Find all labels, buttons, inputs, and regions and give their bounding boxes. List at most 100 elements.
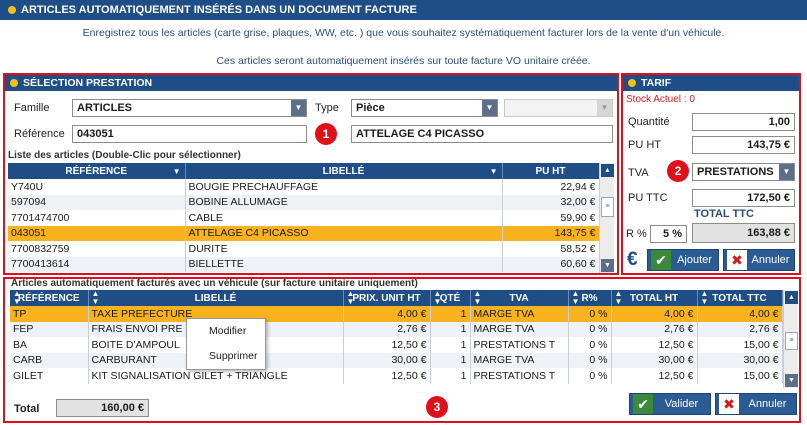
sort-icon[interactable]: ▲ ▼ xyxy=(572,290,580,306)
cell-total_ht: 2,76 € xyxy=(611,321,698,337)
type-label: Type xyxy=(315,102,339,114)
close-icon: ✖ xyxy=(719,394,739,414)
auto-col-remise[interactable]: ▲ ▼ R% xyxy=(568,290,612,306)
table-row[interactable]: 7701474700 CABLE 59,90 € xyxy=(8,210,600,226)
cell-total_ttc: 15,00 € xyxy=(697,337,783,353)
total-ttc-label: TOTAL TTC xyxy=(694,208,754,220)
auto-col-prix[interactable]: ▲ ▼ PRIX. UNIT HT xyxy=(343,290,431,306)
sort-icon[interactable]: ▲ ▼ xyxy=(347,290,355,306)
sort-icon[interactable]: ▲ ▼ xyxy=(92,290,100,306)
cell-r: 0 % xyxy=(568,321,612,337)
ajouter-label: Ajouter xyxy=(677,254,712,266)
table-row[interactable]: CARB CARBURANT 30,00 €1 MARGE TVA 0 % 30,00 €… xyxy=(10,352,783,368)
cell-libelle: ATTELAGE C4 PICASSO xyxy=(185,225,503,241)
context-menu: Modifier Supprimer xyxy=(186,318,266,370)
title-dot-icon xyxy=(8,6,16,14)
auto-col-total-ttc[interactable]: ▲ ▼ TOTAL TTC xyxy=(697,290,783,306)
selection-panel-header: SÉLECTION PRESTATION xyxy=(5,75,617,91)
col-reference-label: RÉFÉRENCE xyxy=(65,165,128,177)
annuler-tarif-button[interactable]: ✖ Annuler xyxy=(723,249,795,271)
chevron-up-icon[interactable]: ▲ xyxy=(785,291,798,304)
chevron-down-icon[interactable]: ▼ xyxy=(601,259,614,272)
cell-libelle: KIT SIGNALISATION GILET + TRIANGLE xyxy=(88,368,344,384)
chevron-down-icon[interactable]: ▼ xyxy=(779,164,794,180)
auto-caption: Articles automatiquement facturés avec u… xyxy=(11,278,418,289)
table-row[interactable]: 7700832759 DURITE 58,52 € xyxy=(8,241,600,257)
cell-r: 0 % xyxy=(568,352,612,368)
table-row[interactable]: BA BOITE D'AMPOUL 12,50 €1 PRESTATIONS T0 %… xyxy=(10,337,783,353)
table-row[interactable]: 043051 ATTELAGE C4 PICASSO 143,75 € xyxy=(8,225,600,241)
cell-pu: 60,60 € xyxy=(502,256,600,272)
auto-col-label: TOTAL HT xyxy=(629,292,679,304)
chevron-up-icon[interactable]: ▲ xyxy=(601,164,614,177)
articles-scrollbar[interactable]: ▲ ≡ ▼ xyxy=(599,163,614,273)
auto-col-label: TVA xyxy=(509,292,529,304)
auto-scrollbar[interactable]: ▲ ≡ ▼ xyxy=(783,290,798,388)
context-menu-modifier[interactable]: Modifier xyxy=(187,319,265,344)
table-row[interactable]: TP TAXE PREFECTURE 4,00 €1 MARGE TVA 0 % 4,00… xyxy=(10,306,783,322)
famille-label: Famille xyxy=(14,102,50,114)
filter-icon[interactable]: ▼ xyxy=(490,167,498,176)
col-libelle[interactable]: LIBELLÉ ▼ xyxy=(185,163,503,179)
auto-col-libelle[interactable]: ▲ ▼ LIBELLÉ xyxy=(88,290,344,306)
cell-r: 0 % xyxy=(568,337,612,353)
reference-input[interactable]: 043051 xyxy=(72,125,307,143)
total-label: Total xyxy=(14,403,40,415)
scroll-thumb[interactable]: ≡ xyxy=(601,197,614,217)
table-row[interactable]: 7700413614 BIELLETTE 60,60 € xyxy=(8,256,600,272)
table-row[interactable]: Y740U BOUGIE PRECHAUFFAGE 22,94 € xyxy=(8,179,600,195)
table-row[interactable]: 597094 BOBINE ALLUMAGE 32,00 € xyxy=(8,194,600,210)
step-badge-1: 1 xyxy=(315,123,337,145)
col-reference[interactable]: RÉFÉRENCE ▼ xyxy=(8,163,186,179)
articles-table-wrap: RÉFÉRENCE ▼ LIBELLÉ ▼ PU HT Y740U BOUGIE PR… xyxy=(8,163,614,273)
auto-col-label: RÉFÉRENCE xyxy=(17,292,80,304)
chevron-down-icon[interactable]: ▼ xyxy=(785,374,798,387)
pu-ht-input[interactable]: 143,75 € xyxy=(692,136,795,154)
cell-ref: 7701474700 xyxy=(8,210,186,226)
sort-icon[interactable]: ▲ ▼ xyxy=(615,290,623,306)
quantite-input[interactable]: 1,00 xyxy=(692,113,795,131)
table-row[interactable]: GILET KIT SIGNALISATION GILET + TRIANGLE 1… xyxy=(10,368,783,384)
selection-panel: SÉLECTION PRESTATION Famille ARTICLES ▼ … xyxy=(3,73,619,275)
famille-value: ARTICLES xyxy=(77,102,132,114)
table-row[interactable]: FEP FRAIS ENVOI PRE 2,76 €1 MARGE TVA 0 % 2,7… xyxy=(10,321,783,337)
chevron-down-icon[interactable]: ▼ xyxy=(291,100,306,116)
annuler-button[interactable]: ✖ Annuler xyxy=(715,393,797,415)
scroll-thumb[interactable]: ≡ xyxy=(785,332,798,350)
pu-ttc-input[interactable]: 172,50 € xyxy=(692,189,795,207)
cell-r: 0 % xyxy=(568,306,612,322)
auto-col-qte[interactable]: ▲ ▼ QTÉ xyxy=(430,290,471,306)
step-badge-2: 2 xyxy=(667,160,689,182)
auto-articles-panel: Articles automatiquement facturés avec u… xyxy=(3,277,801,423)
tarif-panel-header: TARIF xyxy=(623,75,799,91)
famille-select[interactable]: ARTICLES ▼ xyxy=(72,99,307,117)
remise-input[interactable]: 5 % xyxy=(650,225,687,243)
valider-button[interactable]: ✔ Valider xyxy=(629,393,711,415)
cell-prix: 2,76 € xyxy=(343,321,431,337)
context-menu-supprimer[interactable]: Supprimer xyxy=(187,344,265,369)
cell-r: 0 % xyxy=(568,368,612,384)
cell-libelle: BOUGIE PRECHAUFFAGE xyxy=(185,179,503,195)
sort-icon[interactable]: ▲ ▼ xyxy=(13,290,21,306)
euro-icon: € xyxy=(627,249,638,270)
sort-icon[interactable]: ▲ ▼ xyxy=(434,290,442,306)
col-pu-ht[interactable]: PU HT xyxy=(502,163,600,179)
cell-total_ttc: 15,00 € xyxy=(697,368,783,384)
auto-col-tva[interactable]: ▲ ▼ TVA xyxy=(470,290,569,306)
stock-label: Stock Actuel : 0 xyxy=(626,94,695,105)
libelle-input[interactable]: ATTELAGE C4 PICASSO xyxy=(351,125,613,143)
sort-icon[interactable]: ▲ ▼ xyxy=(701,290,709,306)
type-select[interactable]: Pièce ▼ xyxy=(351,99,498,117)
tva-select[interactable]: PRESTATIONS ▼ xyxy=(692,163,795,181)
col-libelle-label: LIBELLÉ xyxy=(322,165,365,177)
sort-icon[interactable]: ▲ ▼ xyxy=(474,290,482,306)
filter-icon[interactable]: ▼ xyxy=(173,167,181,176)
auto-col-total-ht[interactable]: ▲ ▼ TOTAL HT xyxy=(611,290,698,306)
ajouter-button[interactable]: ✔ Ajouter xyxy=(647,249,719,271)
cell-total_ht: 12,50 € xyxy=(611,337,698,353)
panel-dot-icon xyxy=(628,79,636,87)
chevron-down-icon[interactable]: ▼ xyxy=(482,100,497,116)
cell-ref: CARB xyxy=(10,352,89,368)
auto-col-reference[interactable]: ▲ ▼ RÉFÉRENCE xyxy=(10,290,89,306)
total-ttc-value: 163,88 € xyxy=(692,223,795,243)
